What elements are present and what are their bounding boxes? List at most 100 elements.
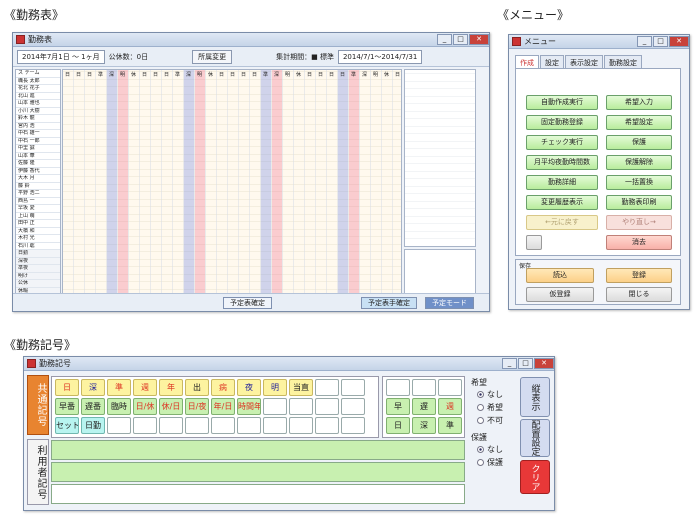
staff-name[interactable]: 田中 正 bbox=[16, 220, 60, 228]
symbol-button[interactable]: 遅 bbox=[412, 398, 436, 415]
symbol-button[interactable]: 早番 bbox=[55, 398, 79, 415]
load-button[interactable]: 読込 bbox=[526, 268, 594, 283]
range-select[interactable]: 2014/7/1～2014/7/31 bbox=[337, 49, 423, 64]
staff-name[interactable]: 山本 雅也 bbox=[16, 100, 60, 108]
dept-change-button[interactable]: 所属変更 bbox=[192, 49, 233, 64]
wish-input-button[interactable]: 希望入力 bbox=[606, 95, 672, 110]
hogo-none-radio[interactable]: なし bbox=[477, 444, 503, 455]
minimize-button[interactable]: _ bbox=[437, 33, 452, 45]
symbol-button[interactable]: 週 bbox=[133, 379, 157, 396]
history-button[interactable]: 変更履歴表示 bbox=[526, 195, 598, 210]
close-button[interactable]: ✕ bbox=[534, 357, 554, 369]
symbol-button[interactable]: 深 bbox=[81, 379, 105, 396]
symbol-button[interactable]: 日勤 bbox=[81, 417, 105, 434]
close-button[interactable]: ✕ bbox=[469, 33, 489, 45]
unprotect-button[interactable]: 保護解除 bbox=[606, 155, 672, 170]
staff-name[interactable]: 西島 一 bbox=[16, 198, 60, 205]
staff-name[interactable]: 石川 聡 bbox=[16, 243, 60, 250]
wish-settings-button[interactable]: 希望設定 bbox=[606, 115, 672, 130]
staff-name[interactable]: 佐藤 隆 bbox=[16, 160, 60, 168]
symbol-button[interactable] bbox=[341, 379, 365, 396]
close-menu-button[interactable]: 閉じる bbox=[606, 287, 672, 302]
symbol-button[interactable] bbox=[341, 417, 365, 434]
symbol-button[interactable] bbox=[263, 417, 287, 434]
staff-name[interactable]: 木村 光 bbox=[16, 235, 60, 243]
protect-button[interactable]: 保護 bbox=[606, 135, 672, 150]
fixed-shift-button[interactable]: 固定勤務登録 bbox=[526, 115, 598, 130]
symbol-button[interactable] bbox=[289, 417, 313, 434]
staff-name[interactable]: 北山 進 bbox=[16, 93, 60, 100]
symbol-button[interactable]: 深 bbox=[412, 417, 436, 434]
staff-name[interactable]: 早坂 愛 bbox=[16, 205, 60, 213]
staff-name[interactable]: 花北 花子 bbox=[16, 85, 60, 93]
register-button[interactable]: 登録 bbox=[606, 268, 672, 283]
symbol-button[interactable]: 出 bbox=[185, 379, 209, 396]
auto-create-button[interactable]: 自動作成実行 bbox=[526, 95, 598, 110]
staff-name[interactable]: 中里 誠 bbox=[16, 145, 60, 153]
symbol-button[interactable]: 年 bbox=[159, 379, 183, 396]
staff-name[interactable]: 藤 鈴 bbox=[16, 183, 60, 190]
staff-name[interactable]: 大橋 和 bbox=[16, 228, 60, 235]
symbol-button[interactable]: 日/夜 bbox=[185, 398, 209, 415]
minimize-button[interactable]: _ bbox=[637, 35, 652, 47]
symbol-button[interactable]: 日/休 bbox=[133, 398, 157, 415]
staff-name[interactable]: 中石 一郎 bbox=[16, 138, 60, 145]
maximize-button[interactable]: □ bbox=[453, 33, 468, 45]
symbol-button[interactable] bbox=[185, 417, 209, 434]
plan-mode-button[interactable]: 予定モード bbox=[425, 297, 474, 309]
layout-settings-button[interactable]: 配置設定 bbox=[520, 419, 550, 457]
temp-register-button[interactable]: 仮登録 bbox=[526, 287, 594, 302]
symbol-button[interactable]: 病 bbox=[211, 379, 235, 396]
staff-name[interactable]: 伊藤 香代 bbox=[16, 168, 60, 175]
maximize-button[interactable]: □ bbox=[653, 35, 668, 47]
symbol-button[interactable]: 明 bbox=[263, 379, 287, 396]
user-row-3[interactable] bbox=[51, 484, 465, 504]
symbol-button[interactable] bbox=[386, 379, 410, 396]
staff-name[interactable]: 大木 月 bbox=[16, 175, 60, 183]
symbol-button[interactable] bbox=[211, 417, 235, 434]
clear-button[interactable]: クリア bbox=[520, 460, 550, 494]
symbol-button[interactable]: 日 bbox=[386, 417, 410, 434]
symbol-button[interactable] bbox=[315, 379, 339, 396]
symbol-button[interactable]: セット bbox=[55, 417, 79, 434]
staff-name[interactable]: 中石 雄一 bbox=[16, 130, 60, 138]
symbol-button[interactable]: 準 bbox=[107, 379, 131, 396]
user-row-2[interactable] bbox=[51, 462, 465, 482]
symbol-button[interactable]: 時間年 bbox=[237, 398, 261, 415]
blank-button[interactable] bbox=[526, 235, 542, 250]
kibou-none-radio[interactable]: なし bbox=[477, 389, 503, 400]
symbol-button[interactable] bbox=[315, 398, 339, 415]
bulk-replace-button[interactable]: 一括置換 bbox=[606, 175, 672, 190]
symbol-button[interactable]: 年/日 bbox=[211, 398, 235, 415]
symbol-button[interactable] bbox=[289, 398, 313, 415]
symbol-button[interactable] bbox=[315, 417, 339, 434]
staff-name[interactable]: 職長 太郎 bbox=[16, 78, 60, 85]
symbol-button[interactable] bbox=[107, 417, 131, 434]
staff-name[interactable]: 鈴木 龍 bbox=[16, 115, 60, 123]
undo-button[interactable]: ←元に戻す bbox=[526, 215, 598, 230]
period-select[interactable]: 2014年7月1日 ～ 1ヶ月 bbox=[17, 49, 105, 64]
erase-button[interactable]: 消去 bbox=[606, 235, 672, 250]
symbol-button[interactable]: 夜 bbox=[237, 379, 261, 396]
hogo-protect-radio[interactable]: 保護 bbox=[477, 457, 503, 468]
staff-name[interactable]: 上山 萌 bbox=[16, 213, 60, 220]
kibou-no-radio[interactable]: 不可 bbox=[477, 415, 503, 426]
minimize-button[interactable]: _ bbox=[502, 357, 517, 369]
symbol-button[interactable] bbox=[438, 379, 462, 396]
symbol-button[interactable]: 日 bbox=[55, 379, 79, 396]
user-row-1[interactable] bbox=[51, 440, 465, 460]
symbol-button[interactable]: 当直 bbox=[289, 379, 313, 396]
kibou-wish-radio[interactable]: 希望 bbox=[477, 402, 503, 413]
symbol-button[interactable]: 臨時 bbox=[107, 398, 131, 415]
staff-name[interactable]: 山本 華 bbox=[16, 153, 60, 160]
symbol-button[interactable]: 準 bbox=[438, 417, 462, 434]
symbol-button[interactable] bbox=[159, 417, 183, 434]
close-button[interactable]: ✕ bbox=[669, 35, 689, 47]
print-button[interactable]: 勤務表印刷 bbox=[606, 195, 672, 210]
vertical-display-button[interactable]: 縦表示 bbox=[520, 377, 550, 417]
staff-name[interactable]: 小川 大樹 bbox=[16, 108, 60, 115]
symbol-button[interactable] bbox=[341, 398, 365, 415]
symbol-button[interactable]: 休/日 bbox=[159, 398, 183, 415]
night-hours-button[interactable]: 月平均夜勤時間数 bbox=[526, 155, 598, 170]
symbol-button[interactable] bbox=[133, 417, 157, 434]
